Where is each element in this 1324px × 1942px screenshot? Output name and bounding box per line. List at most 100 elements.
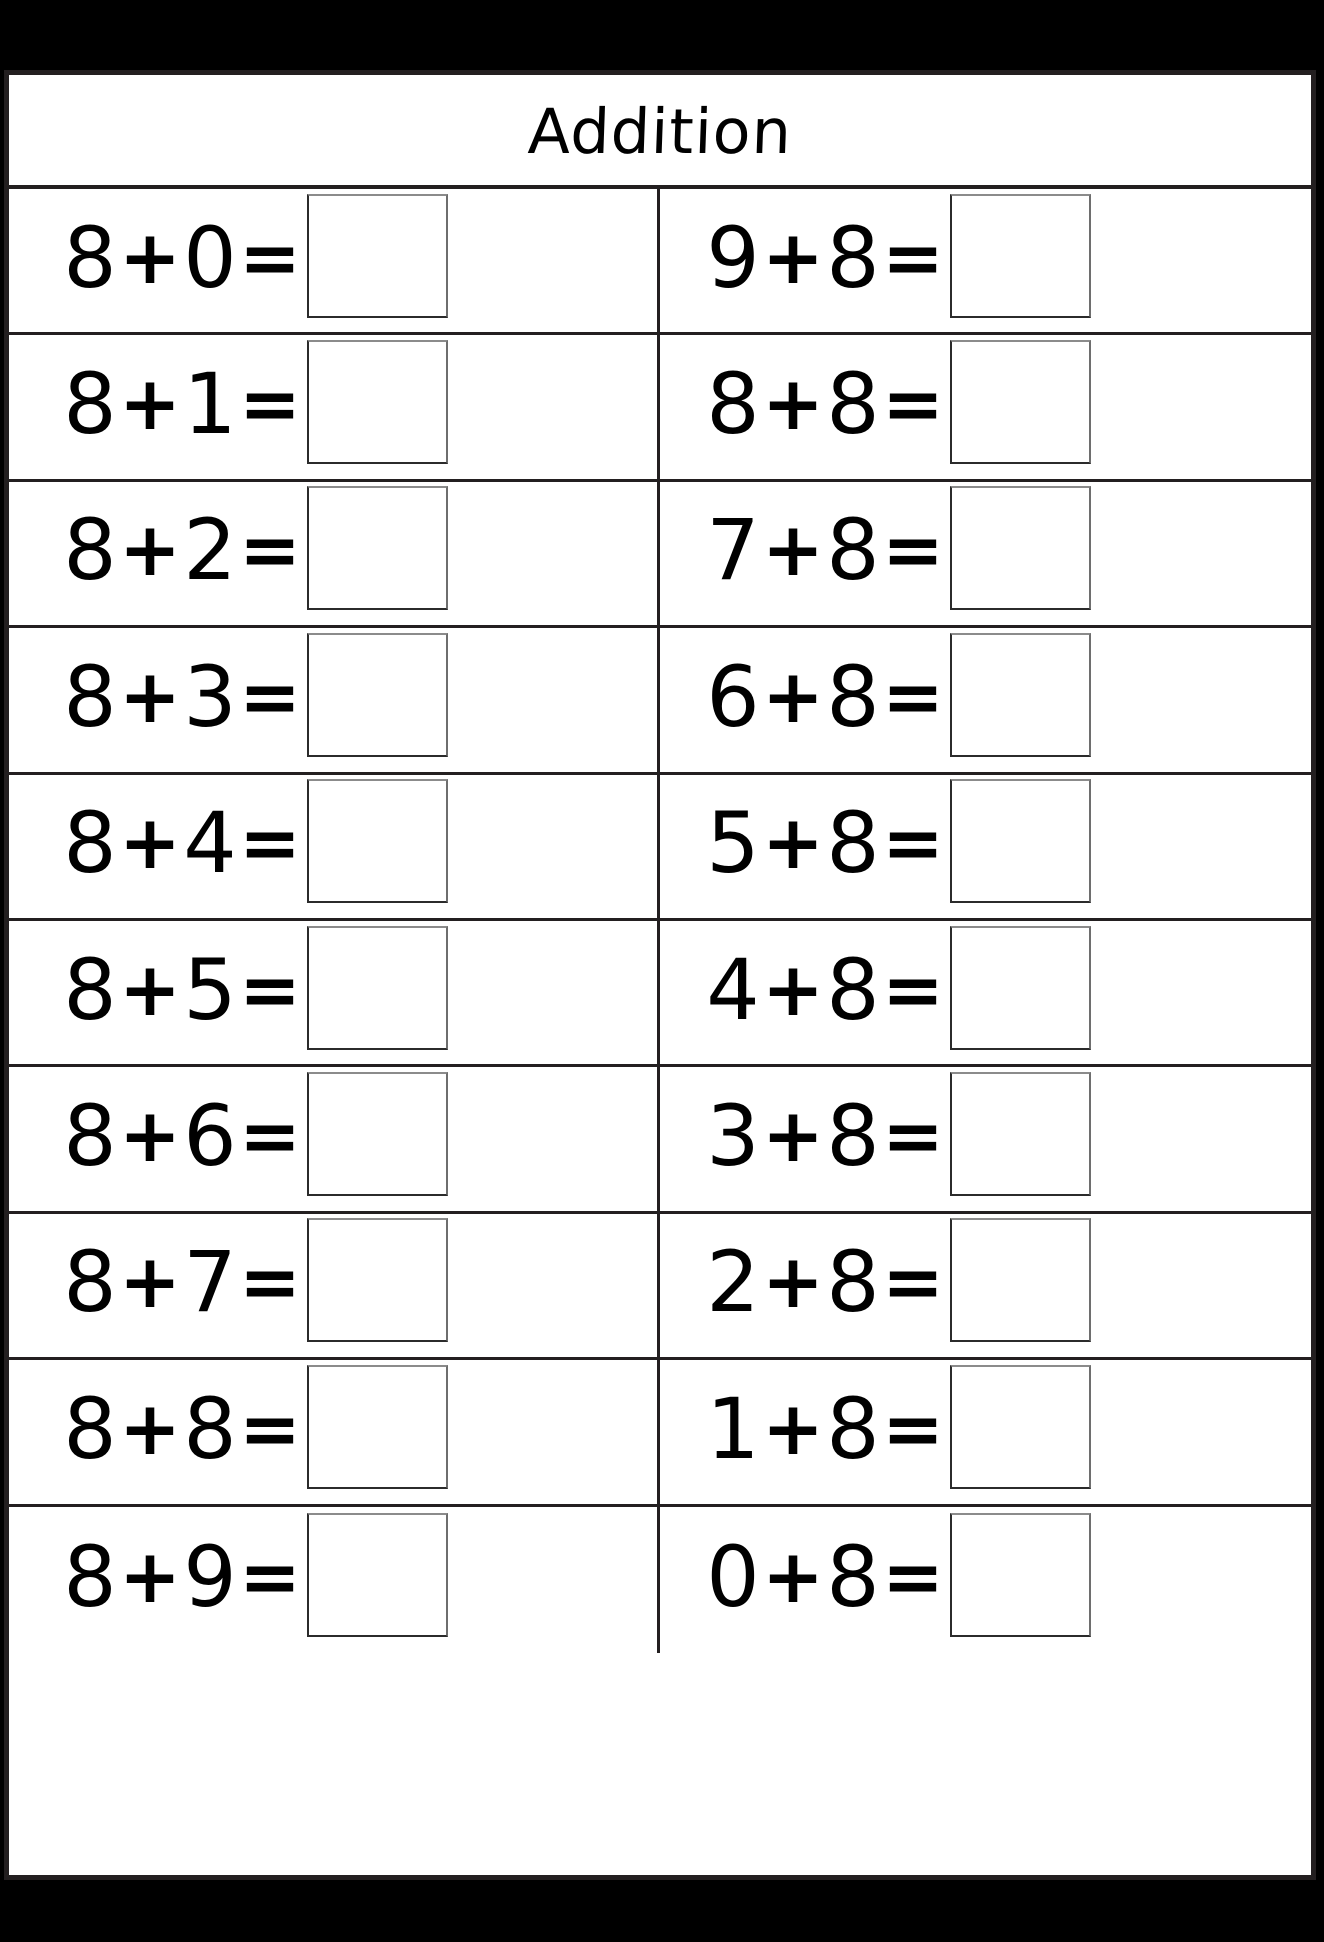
answer-input-box[interactable] xyxy=(307,632,448,757)
addend-1: 1 xyxy=(706,1379,760,1478)
plus-operator-icon: + xyxy=(762,946,825,1033)
plus-operator-icon: + xyxy=(762,1533,825,1620)
problem-cell-right: 2 +8 = xyxy=(660,1214,1311,1357)
answer-input-box[interactable] xyxy=(950,1072,1091,1197)
answer-input-box[interactable] xyxy=(307,193,448,318)
equals-sign-icon: = xyxy=(239,1239,302,1326)
problem-cell-left: 8 +8 = xyxy=(9,1360,660,1504)
equation: 8 +8 = xyxy=(61,1364,448,1489)
plus-operator-icon: + xyxy=(762,800,825,887)
table-row: 8 +5 = 4 +8 = xyxy=(9,920,1311,1068)
problem-cell-left: 8 +1 = xyxy=(9,335,660,479)
answer-input-box[interactable] xyxy=(950,193,1091,318)
answer-input-box[interactable] xyxy=(950,1512,1091,1637)
addend-2: 0 xyxy=(183,208,237,307)
equals-sign-icon: = xyxy=(882,361,945,448)
problem-cell-right: 6 +8 = xyxy=(660,628,1311,771)
plus-operator-icon: + xyxy=(119,1239,182,1326)
equals-sign-icon: = xyxy=(882,653,945,740)
answer-input-box[interactable] xyxy=(307,1364,448,1489)
addend-2: 8 xyxy=(826,1087,880,1186)
plus-operator-icon: + xyxy=(119,653,182,740)
addend-1: 2 xyxy=(706,1233,760,1332)
problem-cell-left: 8 +9 = xyxy=(9,1506,660,1653)
equation: 8 +2 = xyxy=(61,486,448,611)
addend-2: 8 xyxy=(826,940,880,1039)
equation: 8 +0 = xyxy=(61,193,448,318)
addend-2: 8 xyxy=(183,1379,237,1478)
equals-sign-icon: = xyxy=(239,361,302,448)
equation: 8 +6 = xyxy=(61,1072,448,1197)
problem-cell-left: 8 +4 = xyxy=(9,774,660,918)
plus-operator-icon: + xyxy=(119,800,182,887)
addend-2: 5 xyxy=(183,940,237,1039)
addend-1: 8 xyxy=(63,1527,117,1626)
answer-input-box[interactable] xyxy=(950,632,1091,757)
equals-sign-icon: = xyxy=(882,507,945,594)
plus-operator-icon: + xyxy=(762,653,825,740)
table-row: 8 +8 = 1 +8 = xyxy=(9,1360,1311,1507)
equals-sign-icon: = xyxy=(882,1093,945,1180)
plus-operator-icon: + xyxy=(762,1239,825,1326)
addend-2: 8 xyxy=(826,355,880,454)
addend-2: 2 xyxy=(183,501,237,600)
table-row: 8 +1 = 8 +8 = xyxy=(9,335,1311,482)
answer-input-box[interactable] xyxy=(950,340,1091,465)
problem-grid: 8 +0 = 9 +8 = 8 +1 = 8 +8 = 8 +2 = 7 +8 = 8 +3 = 6 +8 = 8 +4 = 5 +8 =… xyxy=(9,189,1311,1653)
plus-operator-icon: + xyxy=(119,214,182,301)
equation: 8 +9 = xyxy=(61,1512,448,1637)
addend-1: 8 xyxy=(63,501,117,600)
table-row: 8 +6 = 3 +8 = xyxy=(9,1067,1311,1214)
problem-cell-right: 7 +8 = xyxy=(660,482,1311,625)
addend-2: 6 xyxy=(183,1087,237,1186)
problem-cell-right: 9 +8 = xyxy=(660,189,1311,332)
addend-1: 8 xyxy=(63,1087,117,1186)
answer-input-box[interactable] xyxy=(307,1218,448,1343)
answer-input-box[interactable] xyxy=(307,779,448,904)
answer-input-box[interactable] xyxy=(307,486,448,611)
equals-sign-icon: = xyxy=(239,653,302,740)
answer-input-box[interactable] xyxy=(950,925,1091,1050)
plus-operator-icon: + xyxy=(119,1385,182,1472)
addend-1: 8 xyxy=(63,647,117,746)
answer-input-box[interactable] xyxy=(950,779,1091,904)
table-row: 8 +4 = 5 +8 = xyxy=(9,774,1311,921)
equation: 7 +8 = xyxy=(704,486,1091,611)
title-header-row: Addition xyxy=(9,75,1311,189)
equals-sign-icon: = xyxy=(239,214,302,301)
addend-2: 8 xyxy=(826,501,880,600)
answer-input-box[interactable] xyxy=(307,340,448,465)
problem-cell-right: 3 +8 = xyxy=(660,1067,1311,1210)
addend-1: 8 xyxy=(63,1233,117,1332)
table-row: 8 +2 = 7 +8 = xyxy=(9,481,1311,629)
equation: 8 +5 = xyxy=(61,925,448,1050)
plus-operator-icon: + xyxy=(119,1093,182,1180)
equation: 1 +8 = xyxy=(704,1364,1091,1489)
equation: 3 +8 = xyxy=(704,1072,1091,1197)
addend-2: 8 xyxy=(826,208,880,307)
plus-operator-icon: + xyxy=(119,1533,182,1620)
equation: 8 +8 = xyxy=(704,340,1091,465)
worksheet-page: Addition 8 +0 = 9 +8 = 8 +1 = 8 +8 = 8 +2 = 7 +8 = 8 +3 = 6 +8… xyxy=(0,0,1324,1942)
equals-sign-icon: = xyxy=(239,1093,302,1180)
equation: 8 +4 = xyxy=(61,779,448,904)
problem-cell-right: 0 +8 = xyxy=(660,1507,1311,1653)
answer-input-box[interactable] xyxy=(307,925,448,1050)
answer-input-box[interactable] xyxy=(307,1512,448,1637)
answer-input-box[interactable] xyxy=(950,1218,1091,1343)
table-row: 8 +3 = 6 +8 = xyxy=(9,628,1311,775)
plus-operator-icon: + xyxy=(762,1093,825,1180)
addend-1: 8 xyxy=(63,355,117,454)
addend-1: 0 xyxy=(706,1527,760,1626)
addend-2: 8 xyxy=(826,1527,880,1626)
equation: 8 +3 = xyxy=(61,632,448,757)
equation: 4 +8 = xyxy=(704,925,1091,1050)
equation: 0 +8 = xyxy=(704,1512,1091,1637)
answer-input-box[interactable] xyxy=(307,1072,448,1197)
equals-sign-icon: = xyxy=(239,946,302,1033)
equals-sign-icon: = xyxy=(882,1385,945,1472)
answer-input-box[interactable] xyxy=(950,486,1091,611)
addend-1: 7 xyxy=(706,501,760,600)
problem-cell-right: 8 +8 = xyxy=(660,335,1311,478)
answer-input-box[interactable] xyxy=(950,1364,1091,1489)
